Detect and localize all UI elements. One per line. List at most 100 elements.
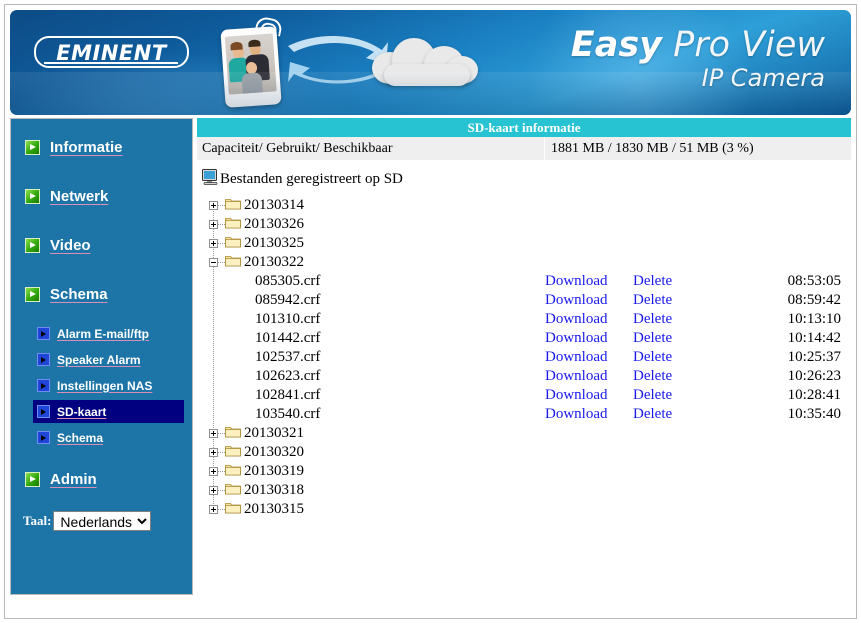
file-time: 08:59:42 [787, 292, 841, 308]
sidebar-subnav: Alarm E-mail/ftp Speaker Alarm Instellin… [11, 322, 192, 449]
green-arrow-icon [25, 471, 40, 487]
delete-link[interactable]: Delete [633, 349, 753, 366]
sidebar-subitem-label: Schema [57, 430, 104, 445]
tree-dot-connector [218, 489, 225, 492]
files-heading-label: Bestanden geregistreert op SD [220, 171, 403, 187]
file-row: 101310.crf Download Delete 10:13:10 [203, 310, 851, 329]
tree-folder-node[interactable]: 20130321 [203, 424, 851, 443]
expand-plus-icon[interactable] [209, 239, 218, 248]
download-link[interactable]: Download [545, 406, 633, 423]
expand-plus-icon[interactable] [209, 429, 218, 438]
file-name: 103540.crf [255, 406, 321, 422]
file-time: 10:26:23 [787, 368, 841, 384]
file-name: 101310.crf [255, 311, 321, 327]
sidebar-item-sd-kaart[interactable]: SD-kaart [33, 400, 184, 423]
delete-link[interactable]: Delete [633, 311, 753, 328]
tree-folder-node-expanded[interactable]: 20130322 [203, 253, 851, 272]
expand-plus-icon[interactable] [209, 220, 218, 229]
sidebar-subitem-label: Instellingen NAS [57, 378, 153, 393]
blue-arrow-icon [37, 327, 50, 340]
tree-dot-connector [218, 451, 225, 454]
header-banner: EMINENT Easy Pro View IP Camera [10, 10, 851, 115]
sidebar-item-video[interactable]: Video [11, 229, 192, 261]
files-heading: Bestanden geregistreert op SD [202, 169, 851, 190]
file-time: 10:13:10 [787, 311, 841, 327]
tree-dot-connector [218, 261, 225, 264]
sidebar-subitem-label: Alarm E-mail/ftp [57, 326, 150, 341]
sidebar-item-instellingen-nas[interactable]: Instellingen NAS [33, 374, 184, 397]
green-arrow-icon [25, 188, 40, 204]
expand-plus-icon[interactable] [209, 201, 218, 210]
tree-folder-node[interactable]: 20130320 [203, 443, 851, 462]
download-link[interactable]: Download [545, 330, 633, 347]
expand-plus-icon[interactable] [209, 448, 218, 457]
download-link[interactable]: Download [545, 311, 633, 328]
sidebar-subitem-label: SD-kaart [57, 404, 107, 419]
folder-icon [225, 482, 241, 500]
sd-file-tree: 20130314 20130326 20130325 20130322 0853… [203, 196, 851, 519]
delete-link[interactable]: Delete [633, 406, 753, 423]
brand-proview: Pro View [673, 25, 825, 65]
file-time: 08:53:05 [787, 273, 841, 289]
tree-dot-connector [218, 204, 225, 207]
product-brand: Easy Pro View IP Camera [570, 25, 825, 90]
delete-link[interactable]: Delete [633, 368, 753, 385]
expand-plus-icon[interactable] [209, 467, 218, 476]
file-name: 102841.crf [255, 387, 321, 403]
file-time: 10:35:40 [787, 406, 841, 422]
file-row: 085942.crf Download Delete 08:59:42 [203, 291, 851, 310]
language-select[interactable]: Nederlands [53, 511, 152, 531]
tree-folder-node[interactable]: 20130314 [203, 196, 851, 215]
download-link[interactable]: Download [545, 273, 633, 290]
capacity-row: Capaciteit/ Gebruikt/ Beschikbaar 1881 M… [197, 137, 851, 161]
file-row: 101442.crf Download Delete 10:14:42 [203, 329, 851, 348]
delete-link[interactable]: Delete [633, 330, 753, 347]
family-hair-man [248, 39, 261, 48]
tree-folder-node[interactable]: 20130318 [203, 481, 851, 500]
tree-folder-node[interactable]: 20130319 [203, 462, 851, 481]
download-link[interactable]: Download [545, 349, 633, 366]
file-time: 10:28:41 [787, 387, 841, 403]
blue-arrow-icon [37, 353, 50, 366]
sidebar-item-schema-sub[interactable]: Schema [33, 426, 184, 449]
folder-icon [225, 444, 241, 462]
tree-dot-connector [218, 223, 225, 226]
file-name: 101442.crf [255, 330, 321, 346]
delete-link[interactable]: Delete [633, 273, 753, 290]
folder-label: 20130318 [244, 482, 304, 498]
collapse-minus-icon[interactable] [209, 258, 218, 267]
file-row: 102841.crf Download Delete 10:28:41 [203, 386, 851, 405]
blue-arrow-icon [37, 379, 50, 392]
download-link[interactable]: Download [545, 292, 633, 309]
folder-icon [225, 197, 241, 215]
download-link[interactable]: Download [545, 387, 633, 404]
folder-label: 20130321 [244, 425, 304, 441]
sidebar: Informatie Netwerk Video Schema Alarm E-… [10, 118, 193, 595]
file-name: 102537.crf [255, 349, 321, 365]
folder-label: 20130315 [244, 501, 304, 517]
brand-easy: Easy [570, 25, 662, 65]
download-link[interactable]: Download [545, 368, 633, 385]
sidebar-item-schema[interactable]: Schema [11, 278, 192, 310]
green-arrow-icon [25, 139, 40, 155]
sidebar-item-alarm-email-ftp[interactable]: Alarm E-mail/ftp [33, 322, 184, 345]
tree-dot-connector [218, 432, 225, 435]
expand-plus-icon[interactable] [209, 505, 218, 514]
folder-icon [225, 463, 241, 481]
language-label: Taal: [23, 513, 52, 528]
tree-folder-node[interactable]: 20130326 [203, 215, 851, 234]
tree-folder-node[interactable]: 20130315 [203, 500, 851, 519]
sidebar-item-admin[interactable]: Admin [11, 463, 192, 495]
folder-label: 20130325 [244, 235, 304, 251]
delete-link[interactable]: Delete [633, 292, 753, 309]
delete-link[interactable]: Delete [633, 387, 753, 404]
folder-icon [225, 254, 241, 272]
sidebar-item-informatie[interactable]: Informatie [11, 131, 192, 163]
file-time: 10:25:37 [787, 349, 841, 365]
sidebar-item-netwerk[interactable]: Netwerk [11, 180, 192, 212]
sidebar-item-speaker-alarm[interactable]: Speaker Alarm [33, 348, 184, 371]
expand-plus-icon[interactable] [209, 486, 218, 495]
folder-label: 20130319 [244, 463, 304, 479]
main-content: SD-kaart informatie Capaciteit/ Gebruikt… [197, 118, 851, 595]
tree-folder-node[interactable]: 20130325 [203, 234, 851, 253]
